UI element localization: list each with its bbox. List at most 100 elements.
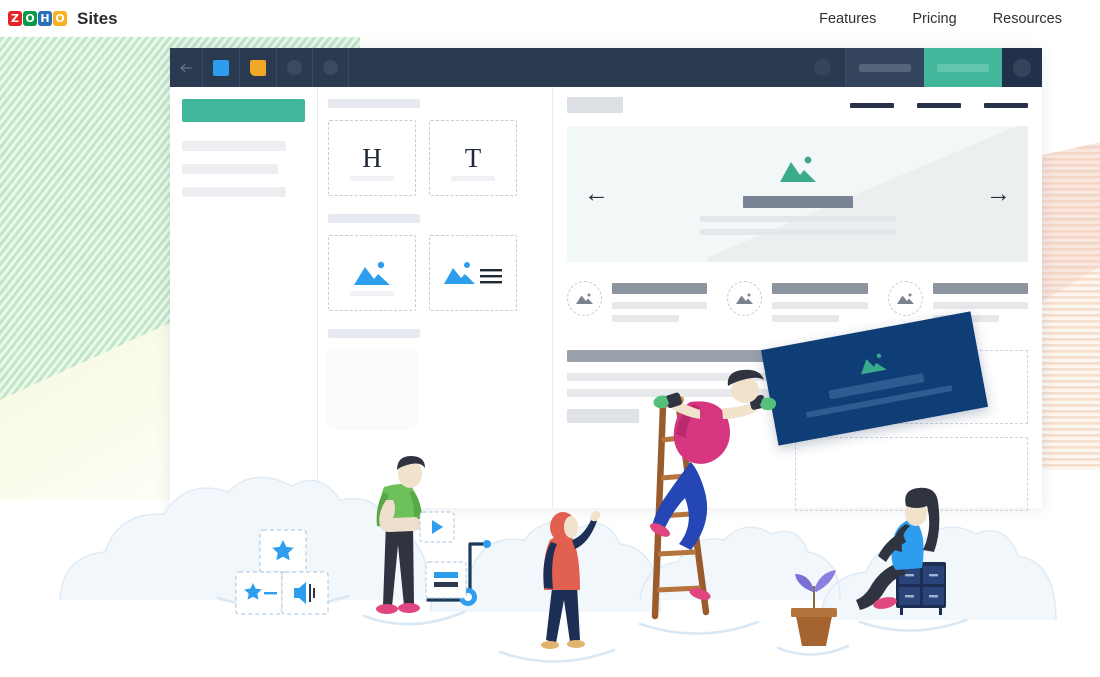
account-button[interactable] — [1002, 48, 1042, 87]
lower-cta-placeholder[interactable] — [567, 409, 639, 423]
widget-caption-placeholder — [350, 176, 394, 181]
widget-row — [328, 350, 542, 426]
play-icon — [432, 520, 443, 534]
cart — [426, 540, 491, 606]
circle-avatar-icon[interactable] — [814, 59, 831, 76]
page-canvas: ← → — [553, 87, 1042, 511]
hero-prev-arrow-icon[interactable]: ← — [584, 181, 609, 207]
feature-text — [772, 281, 868, 328]
widget-row — [328, 235, 542, 311]
feature-column[interactable] — [567, 281, 708, 328]
feature-icon-slot[interactable] — [727, 281, 763, 316]
canvas-site-menu — [850, 102, 1028, 108]
preview-button[interactable] — [846, 48, 924, 87]
heading-widget-card[interactable]: H — [328, 120, 416, 196]
mountain-image-icon — [736, 293, 754, 304]
feature-line-placeholder — [772, 302, 868, 309]
hero-banner: ← → — [567, 126, 1028, 262]
lower-text-block[interactable] — [567, 350, 777, 524]
person-coral-coat — [541, 511, 601, 649]
canvas-site-logo[interactable] — [567, 97, 623, 113]
feature-icon-slot[interactable] — [887, 281, 923, 316]
tool-square-button[interactable] — [203, 48, 240, 87]
widget-row: H T — [328, 120, 542, 196]
zoho-letter-z: Z — [8, 11, 22, 26]
lower-line-placeholder — [567, 373, 777, 381]
widget-panel: H T — [318, 87, 553, 508]
sidebar-primary-button[interactable] — [182, 99, 305, 122]
image-widget-card[interactable] — [328, 235, 416, 311]
circle-avatar-icon — [1013, 58, 1031, 77]
lower-line-placeholder — [567, 389, 777, 397]
feature-line-placeholder — [772, 315, 840, 322]
blank-widget-card[interactable] — [328, 350, 416, 426]
sidebar-item-placeholder[interactable] — [182, 164, 278, 174]
sidebar-item-placeholder[interactable] — [182, 187, 286, 197]
hero-sub-placeholder — [699, 215, 896, 222]
feature-icon-slot[interactable] — [567, 281, 602, 316]
tool-page-button[interactable] — [240, 48, 277, 87]
hero-title-placeholder — [742, 195, 853, 208]
feature-heading-placeholder — [612, 283, 708, 294]
nav-item-resources[interactable]: Resources — [993, 11, 1062, 27]
rating-widget-card[interactable] — [235, 571, 283, 615]
builder-toolbar — [170, 48, 1042, 87]
hero-next-arrow-icon[interactable]: → — [986, 181, 1011, 207]
circle-icon — [323, 60, 338, 75]
toolbar-spacer — [349, 48, 846, 87]
back-button[interactable] — [170, 48, 203, 87]
audio-widget-card[interactable] — [281, 571, 329, 615]
drop-zone[interactable] — [795, 437, 1028, 511]
feature-column[interactable] — [727, 281, 868, 328]
brand[interactable]: Z O H O Sites — [8, 9, 118, 29]
text-glyph: T — [464, 142, 482, 173]
nav-item-pricing[interactable]: Pricing — [912, 11, 956, 27]
text-widget-card[interactable]: T — [429, 120, 517, 196]
potted-plant — [791, 570, 837, 646]
product-name: Sites — [77, 8, 118, 28]
arrow-left-icon — [180, 63, 192, 72]
main-navigation: Features Pricing Resources — [819, 11, 1062, 27]
widget-caption-placeholder — [451, 176, 495, 181]
heading-glyph: H — [362, 142, 382, 173]
nav-item-features[interactable]: Features — [819, 11, 876, 27]
mountain-image-icon — [896, 293, 914, 304]
star-rating-icon — [244, 583, 262, 600]
sidebar-item-placeholder[interactable] — [182, 141, 286, 151]
site-header: Z O H O Sites Features Pricing Resources — [0, 0, 1100, 37]
publish-button[interactable] — [924, 48, 1002, 87]
ground-shadow-group — [216, 594, 968, 663]
zoho-letter-h: H — [38, 11, 52, 26]
feature-heading-placeholder — [932, 283, 1028, 294]
canvas-menu-item[interactable] — [917, 102, 961, 108]
zoho-letter-o2: O — [53, 11, 67, 26]
widget-section-label — [328, 329, 420, 338]
zoho-logo-icon: Z O H O — [8, 11, 67, 26]
builder-body: H T ← → — [170, 87, 1042, 511]
feature-heading-placeholder — [772, 283, 868, 294]
mountain-image-icon — [354, 261, 390, 285]
tool-option-2-button[interactable] — [313, 48, 349, 87]
builder-sidebar — [170, 87, 318, 508]
canvas-menu-item[interactable] — [850, 102, 894, 108]
widget-section-label — [328, 214, 420, 223]
mountain-image-icon — [779, 156, 816, 182]
zoho-letter-o1: O — [23, 11, 37, 26]
canvas-site-header — [567, 97, 1028, 113]
feature-line-placeholder — [612, 315, 679, 322]
widget-section-label — [328, 99, 420, 108]
tool-option-1-button[interactable] — [277, 48, 313, 87]
publish-label — [937, 63, 989, 72]
image-text-widget-card[interactable] — [429, 235, 517, 311]
lower-heading-placeholder — [567, 350, 777, 362]
star-widget-card[interactable] — [259, 529, 307, 573]
mountain-image-icon — [576, 293, 593, 304]
feature-text — [612, 281, 708, 328]
speaker-icon — [294, 582, 315, 604]
hero-sub-placeholder — [699, 228, 896, 235]
canvas-menu-item[interactable] — [984, 102, 1028, 108]
star-icon — [272, 540, 294, 561]
blue-square-icon — [213, 59, 229, 76]
feature-line-placeholder — [932, 302, 1028, 309]
form-widget-card[interactable] — [425, 561, 467, 599]
